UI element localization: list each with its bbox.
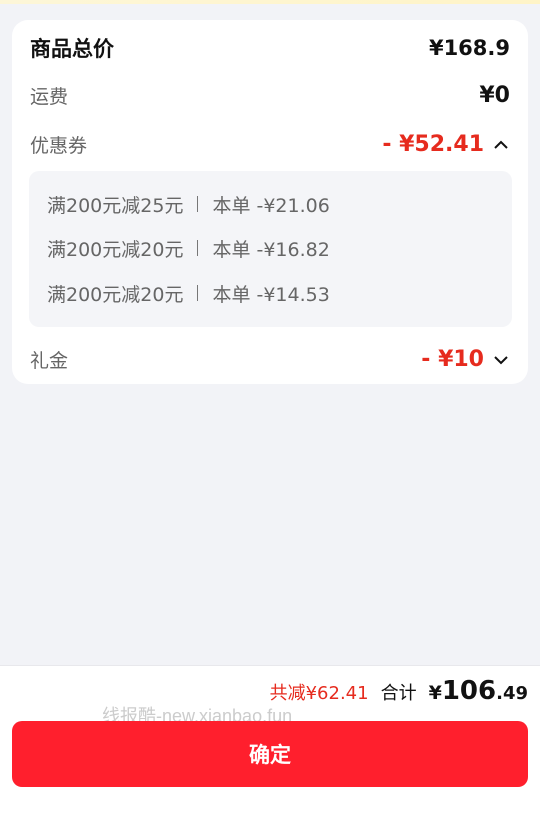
gift-row[interactable]: 礼金 - ¥10 (30, 344, 510, 374)
grand-total-currency: ¥ (428, 682, 442, 704)
shipping-label: 运费 (30, 85, 69, 108)
coupon-deduction: 本单 -¥16.82 (212, 238, 330, 261)
total-price-label: 商品总价 (30, 37, 114, 61)
gift-value-group[interactable]: - ¥10 (421, 347, 510, 372)
divider (197, 240, 199, 256)
list-item: 满200元减20元 本单 -¥16.82 (47, 234, 330, 262)
coupon-deduction: 本单 -¥14.53 (212, 283, 330, 306)
divider (197, 196, 199, 212)
coupon-deduction: 本单 -¥21.06 (212, 194, 330, 217)
gift-label: 礼金 (30, 349, 69, 372)
confirm-button[interactable]: 确定 (12, 721, 528, 787)
grand-total-value: ¥106.49 (429, 676, 528, 706)
coupon-value-group[interactable]: - ¥52.41 (382, 132, 510, 157)
coupon-rule: 满200元减20元 (47, 283, 184, 306)
chevron-up-icon[interactable] (492, 135, 510, 153)
chevron-down-icon[interactable] (492, 350, 510, 368)
grand-total-integer: 106 (441, 676, 497, 706)
price-summary-card: 商品总价 ¥168.9 运费 ¥0 优惠券 - ¥52.41 满200元减25元… (12, 20, 528, 384)
coupon-value: - ¥52.41 (382, 131, 484, 157)
coupon-detail-list: 满200元减25元 本单 -¥21.06 满200元减20元 本单 -¥16.8… (29, 171, 512, 327)
grand-total-decimal: .49 (496, 683, 528, 704)
checkout-bar: 共减¥62.41 合计 ¥106.49 线报酷-new.xianbao.fun … (0, 665, 540, 836)
checkout-summary: 共减¥62.41 合计 ¥106.49 (270, 676, 528, 710)
total-price-row: 商品总价 ¥168.9 (30, 32, 510, 64)
shipping-row: 运费 ¥0 (30, 80, 510, 110)
coupon-rule: 满200元减25元 (47, 194, 184, 217)
coupon-row[interactable]: 优惠券 - ¥52.41 (30, 128, 510, 160)
grand-total-label: 合计 (380, 683, 417, 704)
coupon-rule: 满200元减20元 (47, 238, 184, 261)
top-strip (0, 0, 540, 4)
divider (197, 285, 199, 301)
total-price-value: ¥168.9 (428, 36, 510, 60)
list-item: 满200元减25元 本单 -¥21.06 (47, 190, 330, 218)
coupon-label: 优惠券 (30, 134, 88, 157)
list-item: 满200元减20元 本单 -¥14.53 (47, 279, 330, 307)
gift-value: - ¥10 (421, 346, 484, 372)
shipping-value: ¥0 (479, 82, 510, 108)
